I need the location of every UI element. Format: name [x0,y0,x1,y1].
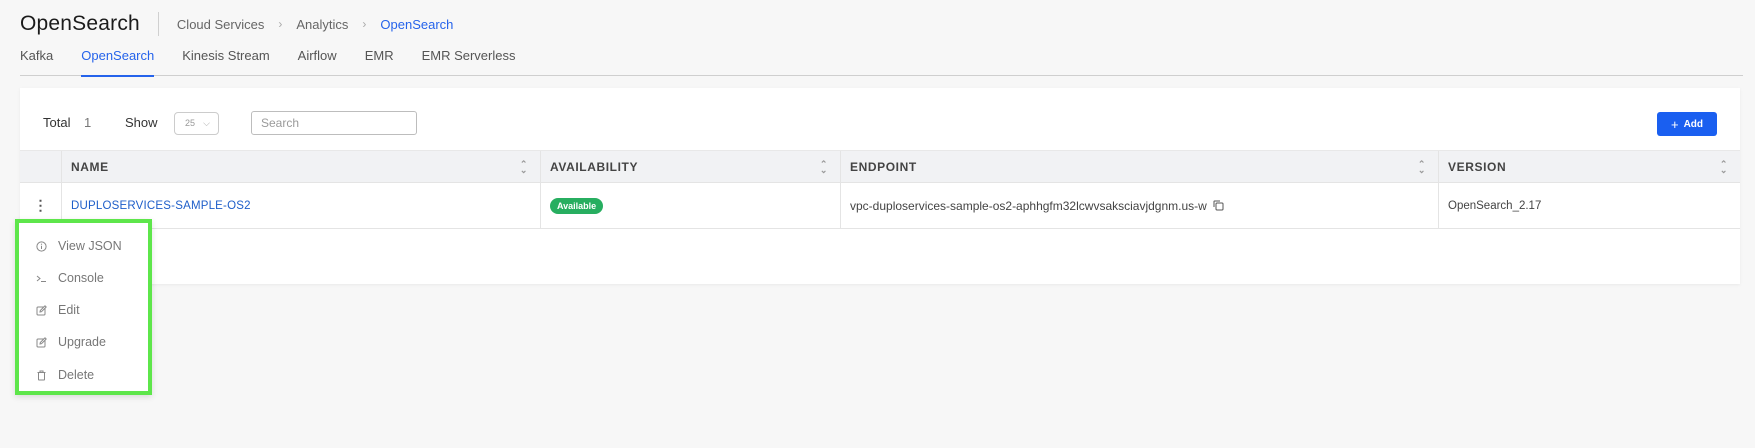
search-input[interactable] [251,111,417,135]
status-badge: Available [550,197,604,214]
breadcrumb: Cloud Services › Analytics › OpenSearch [177,17,453,32]
availability-cell: Available [541,183,841,228]
header-actions-cell [20,151,62,182]
kebab-menu-icon[interactable]: ⋮ [34,197,48,214]
plus-icon: + [1670,116,1679,132]
table-header-row: NAME ⌃ ⌄ AVAILABILITY ⌃ ⌄ ENDPOINT ⌃ ⌄ VERS… [20,150,1740,183]
menu-item-label: Upgrade [58,335,106,349]
column-header-version[interactable]: VERSION ⌃ ⌄ [1439,151,1740,182]
endpoint-text: vpc-duploservices-sample-os2-aphhgfm32lc… [850,198,1207,213]
service-tabs: Kafka OpenSearch Kinesis Stream Airflow … [20,46,1743,77]
column-header-name[interactable]: NAME ⌃ ⌄ [62,151,541,182]
total-count: 1 [84,115,92,130]
column-header-label: VERSION [1448,159,1507,174]
tab-kinesis-stream[interactable]: Kinesis Stream [182,46,269,76]
chevron-right-icon: › [362,17,367,31]
page-size-select[interactable]: 25 ⌵ [174,112,219,135]
sort-icon[interactable]: ⌃ ⌄ [1720,160,1728,175]
column-header-endpoint[interactable]: ENDPOINT ⌃ ⌄ [841,151,1439,182]
menu-item-label: View JSON [58,239,122,253]
tab-kafka[interactable]: Kafka [20,46,53,76]
column-header-label: ENDPOINT [850,159,917,174]
menu-item-edit[interactable]: Edit [35,300,80,320]
menu-item-delete[interactable]: Delete [35,365,94,385]
add-button-label: Add [1683,118,1704,130]
menu-item-view-json[interactable]: View JSON [35,236,122,256]
add-button[interactable]: + Add [1657,112,1717,136]
table-toolbar: Total 1 Show 25 ⌵ + Add [20,88,1740,150]
sort-icon[interactable]: ⌃ ⌄ [520,160,528,175]
copy-icon[interactable] [1213,200,1224,211]
tab-emr[interactable]: EMR [365,46,394,76]
menu-item-label: Console [58,271,104,285]
header-divider [157,12,159,36]
trash-icon [35,369,47,381]
page-title: OpenSearch [20,12,140,35]
show-label: Show [125,115,158,130]
info-circle-icon [35,240,47,252]
version-cell: OpenSearch_2.17 [1439,183,1740,228]
upgrade-edit-icon [35,336,47,348]
table-row: ⋮ DUPLOSERVICES-SAMPLE-OS2 Available vpc… [20,183,1740,229]
column-header-label: AVAILABILITY [550,159,639,174]
menu-item-upgrade[interactable]: Upgrade [35,332,106,352]
column-header-availability[interactable]: AVAILABILITY ⌃ ⌄ [541,151,841,182]
row-action-menu: View JSON Console Edit Upgrade Delete [15,219,152,395]
opensearch-table-card: Total 1 Show 25 ⌵ + Add NAME ⌃⌄ AVAILABI… [20,88,1740,284]
breadcrumb-opensearch: OpenSearch [380,16,454,32]
menu-item-console[interactable]: Console [35,268,104,288]
sort-icon[interactable]: ⌃ ⌄ [820,160,828,175]
edit-icon [35,304,47,316]
terminal-icon [35,272,47,284]
menu-item-label: Edit [58,303,80,317]
page-size-value: 25 [185,118,196,128]
sort-icon[interactable]: ⌃ ⌄ [1418,160,1426,175]
total-label: Total [43,115,71,130]
chevron-right-icon: › [278,17,283,31]
breadcrumb-analytics[interactable]: Analytics [296,17,348,32]
chevron-down-icon: ⌵ [203,118,210,128]
tab-opensearch[interactable]: OpenSearch [81,46,155,77]
column-header-label: NAME [71,159,109,174]
opensearch-name-link[interactable]: DUPLOSERVICES-SAMPLE-OS2 [71,200,251,212]
breadcrumb-cloud-services[interactable]: Cloud Services [177,17,264,32]
tab-airflow[interactable]: Airflow [298,46,337,76]
endpoint-cell: vpc-duploservices-sample-os2-aphhgfm32lc… [841,183,1439,228]
menu-item-label: Delete [58,368,95,382]
tab-emr-serverless[interactable]: EMR Serverless [422,46,516,76]
version-text: OpenSearch_2.17 [1448,199,1542,212]
page-header: OpenSearch Cloud Services › Analytics › … [20,10,453,38]
opensearch-table: NAME ⌃ ⌄ AVAILABILITY ⌃ ⌄ ENDPOINT ⌃ ⌄ VERS… [20,150,1740,229]
